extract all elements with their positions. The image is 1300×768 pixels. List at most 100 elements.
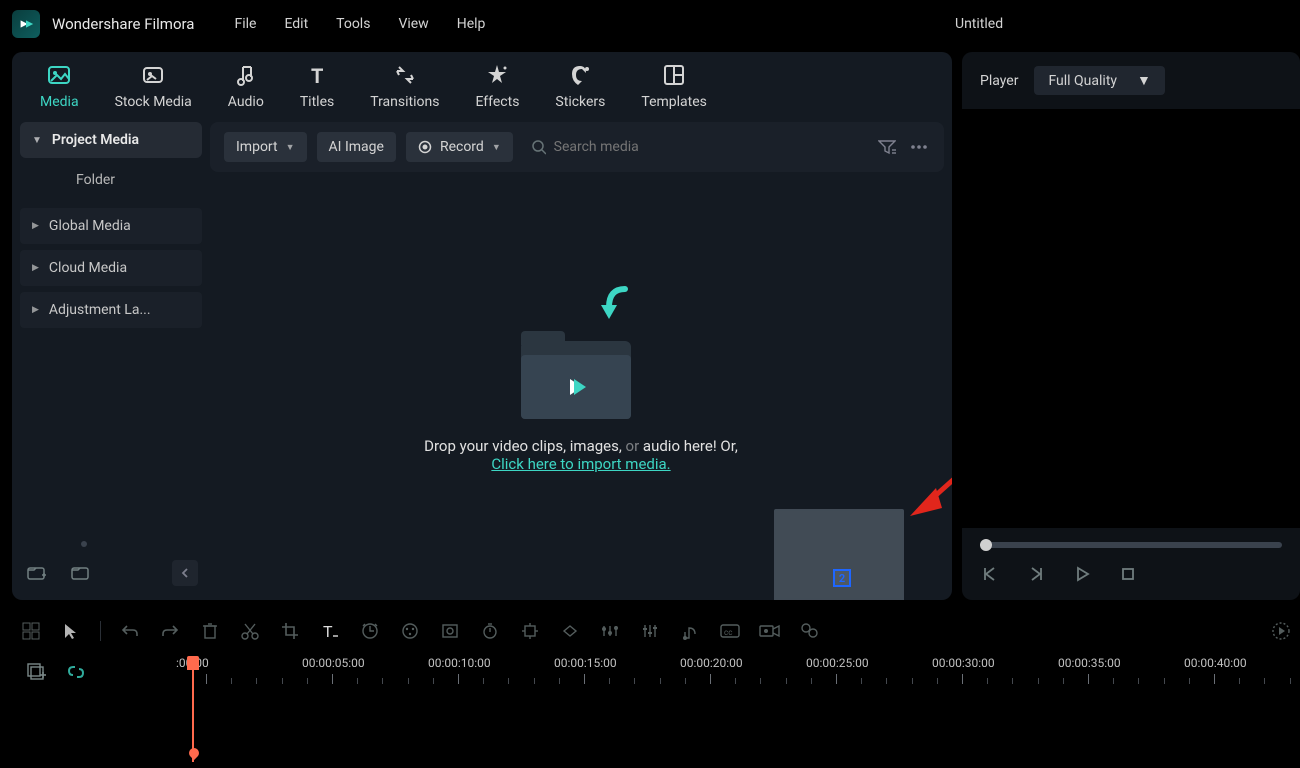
player-stage[interactable] <box>962 109 1300 528</box>
svg-text:T: T <box>311 64 323 87</box>
tab-titles[interactable]: TTitles <box>300 62 334 110</box>
adjust-icon[interactable] <box>599 620 621 642</box>
tab-media[interactable]: Media <box>40 62 79 110</box>
download-arrow-icon <box>597 285 633 325</box>
time-label: 00:00:05:00 <box>302 656 365 670</box>
subtitle-icon[interactable]: cc <box>719 620 741 642</box>
cursor-icon[interactable] <box>60 620 82 642</box>
triangle-right-icon: ▶ <box>32 305 39 315</box>
tab-effects[interactable]: Effects <box>475 62 519 110</box>
top-tabs: Media Stock Media Audio TTitles Transitions E… <box>12 52 952 114</box>
folder-icon[interactable] <box>68 560 94 586</box>
next-frame-button[interactable] <box>1026 564 1046 584</box>
sidebar-folder-label[interactable]: Folder <box>20 158 202 202</box>
tab-label: Stickers <box>555 94 605 110</box>
project-media-label: Project Media <box>52 132 139 148</box>
chevron-down-icon: ▼ <box>492 142 501 153</box>
split-icon[interactable] <box>239 620 261 642</box>
menu-file[interactable]: File <box>234 16 256 32</box>
stickers-icon <box>567 62 593 88</box>
record-button[interactable]: Record ▼ <box>406 132 513 162</box>
timeline-ruler[interactable]: :00:00 00:00:05:00 00:00:10:00 00:00:15:00 0… <box>162 656 1300 702</box>
audio-icon[interactable] <box>679 620 701 642</box>
more-icon[interactable] <box>908 136 930 158</box>
timeline-toolbar: T cc <box>12 606 1300 656</box>
drop-text: Drop your video clips, images, or audio … <box>424 437 738 473</box>
sidebar-item-global-media[interactable]: ▶Global Media <box>20 208 202 244</box>
play-button[interactable] <box>1072 564 1092 584</box>
menu-edit[interactable]: Edit <box>284 16 308 32</box>
crop-icon[interactable] <box>279 620 301 642</box>
player-label: Player <box>980 73 1018 89</box>
tab-audio[interactable]: Audio <box>228 62 264 110</box>
import-label: Import <box>236 139 278 155</box>
speed-icon[interactable] <box>359 620 381 642</box>
menu-view[interactable]: View <box>398 16 428 32</box>
collapse-sidebar-button[interactable] <box>172 560 198 586</box>
text-icon[interactable]: T <box>319 620 341 642</box>
project-media-dropdown[interactable]: ▼ Project Media <box>20 122 202 158</box>
tab-transitions[interactable]: Transitions <box>370 62 439 110</box>
transitions-icon <box>392 62 418 88</box>
record-timeline-icon[interactable] <box>759 620 781 642</box>
time-label: 00:00:10:00 <box>428 656 491 670</box>
dot-indicator-icon <box>80 540 88 548</box>
sidebar-item-cloud-media[interactable]: ▶ Cloud Media <box>20 250 202 286</box>
menu-tools[interactable]: Tools <box>336 16 370 32</box>
search-input[interactable] <box>554 139 866 155</box>
time-label: 00:00:25:00 <box>806 656 869 670</box>
time-label: :00:00 <box>176 656 209 670</box>
triangle-right-icon: ▶ <box>32 263 39 273</box>
import-media-link[interactable]: Click here to import media. <box>491 455 670 473</box>
ai-image-button[interactable]: AI Image <box>317 132 396 162</box>
link-icon[interactable] <box>66 662 88 684</box>
transform-icon[interactable] <box>519 620 541 642</box>
new-folder-icon[interactable] <box>24 560 50 586</box>
delete-icon[interactable] <box>199 620 221 642</box>
prev-frame-button[interactable] <box>980 564 1000 584</box>
audio-mixer-icon[interactable] <box>639 620 661 642</box>
timer-icon[interactable] <box>479 620 501 642</box>
time-label: 00:00:40:00 <box>1184 656 1247 670</box>
menu-help[interactable]: Help <box>457 16 486 32</box>
group-icon[interactable] <box>799 620 821 642</box>
tab-stock-media[interactable]: Stock Media <box>115 62 192 110</box>
add-track-icon[interactable] <box>26 662 48 684</box>
mask-icon[interactable] <box>439 620 461 642</box>
sidebar-item-label: Adjustment La... <box>49 302 151 318</box>
player-panel: Player Full Quality▼ <box>962 52 1300 600</box>
tab-stickers[interactable]: Stickers <box>555 62 605 110</box>
undo-icon[interactable] <box>119 620 141 642</box>
render-icon[interactable] <box>1270 620 1292 642</box>
keyframe-icon[interactable] <box>559 620 581 642</box>
sidebar-item-label: Cloud Media <box>49 260 127 276</box>
time-label: 00:00:15:00 <box>554 656 617 670</box>
sidebar-item-adjustment-la-[interactable]: ▶ Adjustment La... <box>20 292 202 328</box>
player-quality-dropdown[interactable]: Full Quality▼ <box>1034 66 1164 95</box>
svg-text:T: T <box>323 622 333 640</box>
app-logo <box>12 10 40 38</box>
stop-button[interactable] <box>1118 564 1138 584</box>
drag-count-badge: 2 <box>833 569 851 587</box>
svg-text:cc: cc <box>724 628 732 637</box>
filter-icon[interactable] <box>876 136 898 158</box>
redo-icon[interactable] <box>159 620 181 642</box>
media-toolbar: Import ▼ AI Image Record ▼ <box>210 122 944 172</box>
drop-text-b: audio here! Or, <box>639 437 738 455</box>
chevron-down-icon: ▼ <box>286 142 295 153</box>
record-label: Record <box>440 139 484 155</box>
color-icon[interactable] <box>399 620 421 642</box>
media-sidebar: ▼ Project Media Folder ▶Global Media ▶ Clo… <box>12 114 210 600</box>
stock-icon <box>140 62 166 88</box>
tab-label: Media <box>40 94 79 110</box>
tab-templates[interactable]: Templates <box>641 62 707 110</box>
timeline-track-area[interactable] <box>12 702 1300 760</box>
time-label: 00:00:20:00 <box>680 656 743 670</box>
titles-icon: T <box>304 62 330 88</box>
layout-icon[interactable] <box>20 620 42 642</box>
player-slider[interactable] <box>962 528 1300 554</box>
player-quality-label: Full Quality <box>1048 73 1117 89</box>
import-button[interactable]: Import ▼ <box>224 132 307 162</box>
effects-icon <box>484 62 510 88</box>
tab-label: Transitions <box>370 94 439 110</box>
